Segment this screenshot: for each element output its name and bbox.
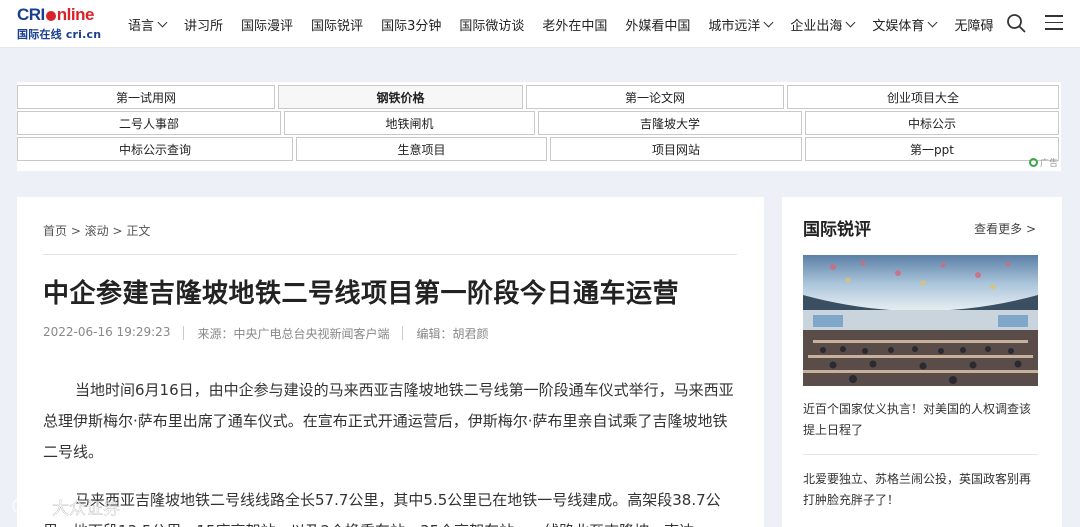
- article-paragraph: 当地时间6月16日，由中企参与建设的马来西亚吉隆坡地铁二号线第一阶段通车仪式举行…: [43, 381, 734, 461]
- nav-item-label: 老外在中国: [542, 18, 608, 34]
- view-more-link[interactable]: 查看更多 >: [974, 220, 1036, 237]
- logo-online-text: nline: [56, 5, 95, 24]
- nav-item[interactable]: 无障碍: [954, 15, 993, 34]
- ad-link[interactable]: 第一论文网: [526, 85, 784, 109]
- article-title: 中企参建吉隆坡地铁二号线项目第一阶段今日通车运营: [43, 279, 680, 309]
- sidebar-commentary: 国际锐评 查看更多 > 近百个国家仗义执言！对美国的人权调查该提上日程了 北爱要…: [782, 197, 1062, 527]
- article-date: 2022-06-16 19:29:23: [43, 325, 171, 339]
- ad-link[interactable]: 钢铁价格: [278, 85, 523, 109]
- meta-separator: [183, 326, 185, 340]
- chevron-down-icon: [157, 17, 168, 27]
- ad-row-2: 二号人事部 地铁闸机 吉隆坡大学 中标公示: [17, 111, 1062, 135]
- logo-cri-text: CRI: [17, 5, 45, 24]
- nav-item-label: 国际锐评: [311, 18, 364, 34]
- nav-item-label: 城市远洋: [708, 18, 761, 34]
- article-source: 来源：中央广电总台央视新闻客户端: [197, 327, 390, 341]
- site-logo[interactable]: CRI nline 国际在线 cri.cn: [17, 6, 107, 42]
- watermark-text: 大众证券: [52, 499, 120, 519]
- watermark-logo: 大众证券: [12, 496, 120, 519]
- nav-item-label: 国际微访谈: [459, 18, 525, 34]
- nav-item-label: 文娱体育: [872, 18, 925, 34]
- search-icon[interactable]: [1006, 13, 1026, 33]
- nav-item-label: 外媒看中国: [625, 18, 691, 34]
- ad-badge-icon: [1028, 158, 1038, 167]
- ad-link[interactable]: 第一ppt: [805, 137, 1059, 161]
- nav-item[interactable]: 国际微访谈: [459, 15, 524, 34]
- nav-item[interactable]: 国际漫评: [241, 15, 293, 34]
- sidebar-headline[interactable]: 近百个国家仗义执言！对美国的人权调查该提上日程了: [803, 399, 1041, 441]
- nav-item-label: 国际3分钟: [381, 18, 442, 34]
- ad-link[interactable]: 地铁闸机: [284, 111, 535, 135]
- nav-item[interactable]: 国际3分钟: [381, 15, 441, 34]
- divider: [43, 254, 737, 255]
- meta-separator: [402, 326, 404, 340]
- sidebar-headline[interactable]: 北爱要独立、苏格兰闹公投，英国政客别再打肿脸充胖子了！: [803, 469, 1041, 511]
- nav-item-label: 讲习所: [184, 18, 224, 34]
- ad-link[interactable]: 项目网站: [550, 137, 802, 161]
- ad-link[interactable]: 创业项目大全: [787, 85, 1059, 109]
- article-editor: 编辑：胡君颜: [416, 327, 489, 341]
- nav-item-label: 国际漫评: [241, 18, 294, 34]
- chevron-down-icon: [845, 17, 856, 27]
- sidebar-title: 国际锐评: [803, 220, 871, 240]
- site-header: CRI nline 国际在线 cri.cn 语言 讲习所 国际漫评 国际锐评 国际3分钟 国…: [0, 0, 1080, 48]
- chevron-down-icon: [763, 17, 774, 27]
- ad-link[interactable]: 生意项目: [296, 137, 547, 161]
- ad-link[interactable]: 第一试用网: [17, 85, 275, 109]
- ad-badge-label: 广告: [1039, 159, 1058, 169]
- ad-link[interactable]: 中标公示查询: [17, 137, 293, 161]
- nav-item[interactable]: 文娱体育: [872, 15, 938, 34]
- ad-row-3: 中标公示查询 生意项目 项目网站 第一ppt: [17, 137, 1062, 161]
- nav-item[interactable]: 外媒看中国: [625, 15, 690, 34]
- article-panel: 首页 > 滚动 > 正文 中企参建吉隆坡地铁二号线项目第一阶段今日通车运营 20…: [17, 197, 764, 527]
- chevron-down-icon: [927, 17, 938, 27]
- nav-item-label: 无障碍: [954, 18, 994, 34]
- logo-subtitle: 国际在线 cri.cn: [17, 28, 102, 41]
- main-nav: 语言 讲习所 国际漫评 国际锐评 国际3分钟 国际微访谈 老外在中国 外媒看中国 城市远洋 企业出…: [128, 0, 1011, 48]
- logo-dot: [45, 11, 56, 21]
- nav-item[interactable]: 语言: [128, 15, 168, 34]
- breadcrumb[interactable]: 首页 > 滚动 > 正文: [43, 222, 150, 239]
- article-meta: 2022-06-16 19:29:23 来源：中央广电总台央视新闻客户端 编辑：…: [43, 325, 488, 342]
- ad-link[interactable]: 二号人事部: [17, 111, 281, 135]
- nav-item[interactable]: 讲习所: [184, 15, 223, 34]
- ad-link[interactable]: 中标公示: [805, 111, 1059, 135]
- ad-badge: 广告: [1028, 156, 1058, 169]
- nav-item[interactable]: 老外在中国: [542, 15, 607, 34]
- divider: [803, 454, 1038, 455]
- nav-item[interactable]: 企业出海: [790, 15, 856, 34]
- conference-hall-image[interactable]: [803, 255, 1038, 386]
- nav-item-label: 语言: [128, 18, 155, 34]
- ad-links-box: 第一试用网 钢铁价格 第一论文网 创业项目大全 二号人事部 地铁闸机 吉隆坡大学…: [17, 82, 1061, 171]
- nav-item-label: 企业出海: [790, 18, 843, 34]
- nav-item[interactable]: 国际锐评: [311, 15, 363, 34]
- ad-row-1: 第一试用网 钢铁价格 第一论文网 创业项目大全: [17, 85, 1062, 109]
- menu-icon[interactable]: [1045, 15, 1063, 31]
- nav-item[interactable]: 城市远洋: [708, 15, 774, 34]
- ad-link[interactable]: 吉隆坡大学: [538, 111, 802, 135]
